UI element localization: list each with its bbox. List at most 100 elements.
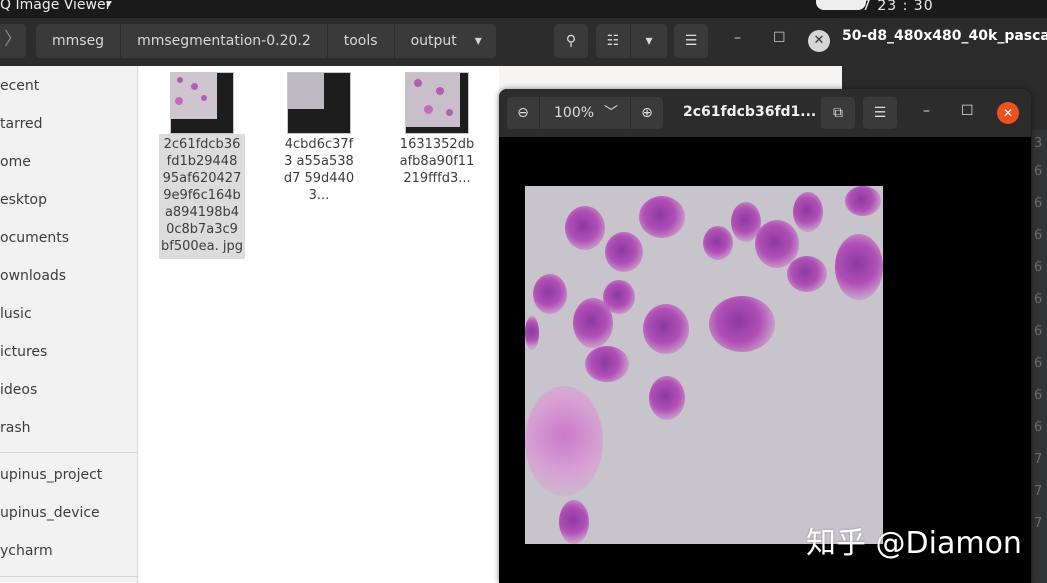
minimize-button[interactable]: – — [923, 103, 930, 119]
fullscreen-button[interactable]: ⧉ — [821, 97, 855, 129]
image-cell — [533, 274, 567, 314]
image-cell — [643, 304, 689, 354]
thumbnail-image — [406, 73, 460, 127]
thumbnail-image — [171, 73, 217, 119]
file-grid: 2c61fdcb36 fd1b29448 95af620427 9e9f6c16… — [139, 66, 499, 583]
app-menu-label[interactable]: Q Image Viewer — [0, 0, 111, 13]
search-button[interactable]: ⚲ — [554, 24, 588, 58]
top-panel: Q Image Viewer ▾ 7 23 : 30 — [0, 0, 1047, 18]
main-menu-button[interactable]: ☰ — [863, 97, 897, 129]
line-number: 6 — [1034, 356, 1043, 371]
sidebar-item-starred[interactable]: tarred — [0, 116, 43, 132]
thumbnail-cell — [436, 87, 444, 95]
back-chevron-icon[interactable]: 〉 — [0, 24, 26, 58]
image-cell — [605, 232, 643, 272]
file-item[interactable]: 1631352db afb8a90f11 219fffd3... — [397, 72, 477, 191]
maximize-button[interactable]: ☐ — [773, 30, 786, 46]
sidebar-item-bookmark[interactable]: upinus_device — [0, 505, 100, 521]
breadcrumb-mmseg[interactable]: mmseg — [36, 24, 122, 58]
image-cell — [845, 186, 881, 216]
sidebar-item-music[interactable]: lusic — [0, 306, 32, 322]
image-cell — [709, 296, 775, 352]
sidebar-item-desktop[interactable]: esktop — [0, 192, 47, 208]
line-number: 7 — [1034, 484, 1043, 499]
image-cell — [649, 376, 685, 420]
chevron-down-icon: ﹀ — [604, 105, 618, 121]
sidebar-item-downloads[interactable]: ownloads — [0, 268, 66, 284]
watermark: 知乎 @Diamon — [806, 526, 1022, 561]
thumbnail-cell — [177, 77, 183, 83]
sidebar-item-pictures[interactable]: ictures — [0, 344, 47, 360]
file-thumbnail — [170, 72, 234, 134]
breadcrumb: 〉 mmseg mmsegmentation-0.20.2 tools outp… — [0, 24, 496, 58]
sidebar-item-recent[interactable]: ecent — [0, 78, 39, 94]
sidebar-item-bookmark[interactable]: ycharm — [0, 543, 53, 559]
chevron-down-icon[interactable]: ▾ — [475, 24, 482, 58]
view-options-button[interactable]: ▾ — [631, 24, 667, 58]
breadcrumb-output-label: output — [410, 33, 457, 49]
line-number: 6 — [1034, 324, 1043, 339]
zoom-level-value: 100% — [554, 105, 595, 121]
thumbnail-cell — [175, 97, 183, 105]
image-cell — [787, 256, 827, 292]
image-cell — [639, 196, 685, 238]
line-number: 6 — [1034, 196, 1043, 211]
thumbnail-cell — [201, 95, 207, 101]
breadcrumb-tools[interactable]: tools — [328, 24, 395, 58]
sidebar-item-home[interactable]: ome — [0, 154, 31, 170]
sidebar-item-trash[interactable]: rash — [0, 420, 31, 436]
image-cell — [525, 316, 539, 350]
zoom-in-icon: ⊕ — [641, 105, 653, 121]
clock[interactable]: 7 23 : 30 — [862, 0, 934, 14]
file-manager-headerbar: 〉 mmseg mmsegmentation-0.20.2 tools outp… — [0, 18, 842, 66]
thumbnail-cell — [191, 83, 198, 90]
places-sidebar: ecent tarred ome esktop ocuments ownload… — [0, 66, 138, 583]
notification-indicator — [816, 0, 866, 10]
image-title: 2c61fdcb36fd1... — [683, 104, 817, 120]
fullscreen-icon: ⧉ — [833, 105, 843, 121]
list-view-icon: ☷ — [606, 33, 620, 49]
image-cell — [793, 192, 823, 232]
hamburger-menu-icon: ☰ — [873, 105, 887, 121]
zoom-out-button[interactable]: ⊖ — [507, 97, 539, 129]
image-cell — [835, 234, 883, 300]
file-name: 1631352db afb8a90f11 219fffd3... — [399, 137, 475, 186]
path-bar: mmseg mmsegmentation-0.20.2 tools output… — [36, 24, 496, 58]
line-number: 6 — [1034, 164, 1043, 179]
zoom-out-icon: ⊖ — [517, 105, 529, 121]
file-item[interactable]: 4cbd6c37f3 a55a538d7 59d4403... — [279, 72, 359, 208]
line-number: 6 — [1034, 260, 1043, 275]
sidebar-item-bookmark[interactable]: upinus_project — [0, 467, 102, 483]
close-button[interactable]: ✕ — [997, 102, 1019, 124]
image-viewer-window: ⊖ 100% ﹀ ⊕ 2c61fdcb36fd1... ⧉ ☰ – ☐ ✕ — [499, 89, 1031, 583]
ide-tab-title[interactable]: 50-d8_480x480_40k_pascal_co — [842, 28, 1047, 44]
main-menu-button[interactable]: ☰ — [674, 24, 708, 58]
breadcrumb-output[interactable]: output ▾ — [395, 24, 496, 58]
line-number: 7 — [1034, 452, 1043, 467]
zoom-level-dropdown[interactable]: 100% ﹀ — [540, 97, 630, 129]
sidebar-divider — [0, 576, 138, 577]
sidebar-item-documents[interactable]: ocuments — [0, 230, 69, 246]
sidebar-item-videos[interactable]: ideos — [0, 382, 37, 398]
close-button[interactable]: ✕ — [808, 30, 830, 52]
image-cell — [559, 500, 589, 544]
list-view-button[interactable]: ☷ — [596, 24, 630, 58]
minimize-button[interactable]: – — [734, 30, 741, 46]
thumbnail-cell — [424, 105, 433, 114]
image-cell — [525, 386, 603, 496]
displayed-image[interactable] — [525, 186, 883, 544]
breadcrumb-mmsegmentation[interactable]: mmsegmentation-0.20.2 — [121, 24, 328, 58]
line-number: 7 — [1034, 516, 1043, 531]
thumbnail-cell — [414, 79, 422, 87]
file-item[interactable]: 2c61fdcb36 fd1b29448 95af620427 9e9f6c16… — [159, 72, 245, 259]
image-cell — [585, 346, 629, 382]
line-number: 3 — [1034, 136, 1043, 151]
zoom-in-button[interactable]: ⊕ — [631, 97, 663, 129]
sidebar-divider — [0, 452, 138, 453]
image-cell — [703, 226, 733, 260]
maximize-button[interactable]: ☐ — [961, 103, 974, 119]
file-thumbnail — [287, 72, 351, 134]
image-cell — [565, 206, 605, 250]
app-menu-chevron-icon[interactable]: ▾ — [106, 0, 112, 10]
line-number: 6 — [1034, 388, 1043, 403]
